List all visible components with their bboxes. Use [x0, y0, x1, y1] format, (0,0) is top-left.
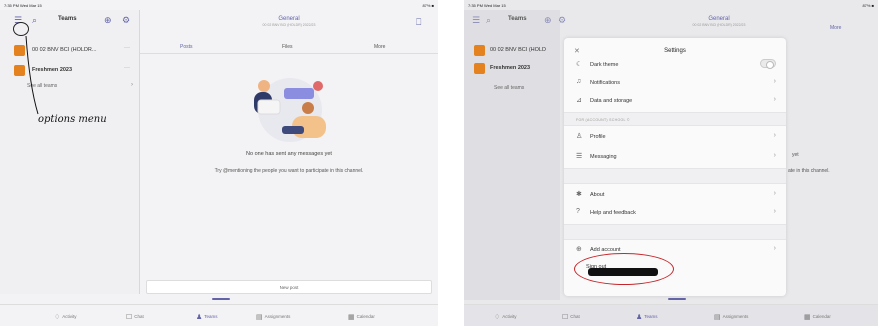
- nav-chat[interactable]: ☐ Chat: [126, 313, 144, 321]
- status-bar: 7:35 PM Wed Mar 15 87% ■: [0, 0, 438, 10]
- add-account-icon: ⊕: [576, 246, 582, 253]
- channel-header: General 00 02 BNV BCI (HOLDR) 2022/23: [560, 10, 878, 36]
- team-row[interactable]: Freshmen 2023: [464, 58, 564, 80]
- tab-files[interactable]: Files: [282, 44, 293, 50]
- chevron-right-icon: ›: [773, 96, 776, 103]
- bottom-nav: ♢ Activity ☐ Chat ♟ Teams ▤ Assignments ▦ Cal…: [464, 304, 878, 326]
- data-icon: ⊿: [576, 97, 582, 104]
- nav-activity[interactable]: ♢ Activity: [494, 313, 517, 321]
- status-battery: 87% ■: [422, 3, 434, 8]
- settings-item-profile[interactable]: ♙ Profile ›: [564, 128, 786, 146]
- info-icon: ✱: [576, 191, 582, 198]
- section-divider: [564, 224, 786, 240]
- teams-icon: ♟: [636, 314, 643, 321]
- status-time: 7:35 PM Wed Mar 15: [468, 3, 506, 8]
- status-bar: 7:35 PM Wed Mar 15 87% ■: [464, 0, 878, 10]
- sidebar-title: Teams: [58, 16, 77, 22]
- channel-header: General 00 02 BNV BCI (HOLDR) 2022/23 ⎕: [140, 10, 438, 34]
- right-screen: 7:35 PM Wed Mar 15 87% ■ ☰ ⌕ Teams ⊕ ⚙ 0…: [464, 0, 878, 326]
- settings-item-about[interactable]: ✱ About ›: [564, 186, 786, 204]
- nav-calendar[interactable]: ▦ Calendar: [804, 313, 831, 321]
- assignments-icon: ▤: [256, 314, 263, 321]
- calendar-icon: ▦: [804, 314, 811, 321]
- nav-teams[interactable]: ♟ Teams: [636, 313, 658, 321]
- chevron-right-icon: ›: [773, 208, 776, 215]
- channel-title: General: [708, 16, 730, 22]
- assignments-icon: ▤: [714, 314, 721, 321]
- search-icon[interactable]: ⌕: [486, 16, 491, 25]
- sidebar-title: Teams: [508, 16, 527, 22]
- see-all-teams-link[interactable]: See all teams: [494, 85, 524, 91]
- nav-teams[interactable]: ♟ Teams: [196, 313, 218, 321]
- channel-title: General: [278, 16, 300, 22]
- bell-icon: ♢: [494, 314, 501, 321]
- channel-tabs: Posts Files More: [140, 38, 438, 54]
- team-row[interactable]: Freshmen 2023 ···: [0, 60, 140, 82]
- chevron-right-icon: ›: [773, 78, 776, 85]
- status-time: 7:35 PM Wed Mar 15: [4, 3, 42, 8]
- bottom-nav: ♢ Activity ☐ Chat ♟ Teams ▤ Assignments ▦ Cal…: [0, 304, 438, 326]
- empty-state-subtitle: Try @mentioning the people you want to p…: [214, 168, 364, 174]
- more-options-icon[interactable]: ···: [124, 65, 130, 71]
- settings-item-data-storage[interactable]: ⊿ Data and storage ›: [564, 92, 786, 110]
- settings-title: Settings: [664, 48, 686, 54]
- more-options-icon[interactable]: ···: [124, 45, 130, 51]
- messaging-icon: ☰: [576, 153, 583, 160]
- team-name: 00 02 BNV BCI (HOLD: [490, 47, 546, 53]
- nav-calendar[interactable]: ▦ Calendar: [348, 313, 375, 321]
- search-icon[interactable]: ⌕: [32, 16, 37, 25]
- annotation-arrow: [25, 35, 39, 115]
- background-text: yet: [792, 152, 799, 158]
- tab-more[interactable]: More: [374, 44, 385, 50]
- dark-theme-toggle[interactable]: [760, 59, 776, 69]
- empty-state-title: No one has sent any messages yet: [246, 151, 332, 157]
- settings-item-dark-theme[interactable]: ☾ Dark theme: [564, 56, 786, 74]
- meet-icon[interactable]: ⎕: [416, 18, 421, 27]
- chat-icon: ☐: [562, 314, 569, 321]
- nav-assignments[interactable]: ▤ Assignments: [714, 313, 748, 321]
- home-indicator: [668, 298, 686, 300]
- tab-more[interactable]: More: [830, 25, 841, 31]
- chevron-right-icon: ›: [131, 82, 133, 88]
- options-menu-icon[interactable]: ☰: [472, 16, 480, 25]
- gear-icon[interactable]: ⚙: [122, 16, 130, 25]
- tab-posts[interactable]: Posts: [180, 44, 193, 50]
- nav-assignments[interactable]: ▤ Assignments: [256, 313, 290, 321]
- bell-icon: ♫: [576, 78, 582, 85]
- left-screen: 7:35 PM Wed Mar 15 87% ■ ☰ ⌕ Teams ⊕ ⚙ 0…: [0, 0, 438, 326]
- settings-item-help[interactable]: ? Help and feedback ›: [564, 204, 786, 222]
- background-text: ate in this channel.: [788, 168, 830, 174]
- team-row[interactable]: 00 02 BNV BCI (HOLDR... ···: [0, 40, 140, 62]
- chat-icon: ☐: [126, 314, 133, 321]
- new-team-icon[interactable]: ⊕: [104, 16, 112, 25]
- new-team-icon[interactable]: ⊕: [544, 16, 552, 25]
- team-logo: [474, 45, 485, 56]
- section-label: FOR (ACCOUNT) SCHOOL ©: [576, 118, 630, 122]
- bell-icon: ♢: [54, 314, 61, 321]
- moon-icon: ☾: [576, 61, 583, 68]
- nav-chat[interactable]: ☐ Chat: [562, 313, 580, 321]
- chevron-right-icon: ›: [773, 132, 776, 139]
- settings-item-notifications[interactable]: ♫ Notifications ›: [564, 74, 786, 92]
- channel-subtitle: 00 02 BNV BCI (HOLDR) 2022/23: [262, 23, 316, 27]
- chevron-right-icon: ›: [773, 152, 776, 159]
- new-post-button[interactable]: New post: [146, 280, 432, 294]
- teams-icon: ♟: [196, 314, 203, 321]
- help-icon: ?: [576, 208, 580, 215]
- home-indicator: [212, 298, 230, 300]
- settings-item-messaging[interactable]: ☰ Messaging ›: [564, 148, 786, 166]
- section-divider: [564, 168, 786, 184]
- chevron-right-icon: ›: [773, 190, 776, 197]
- team-name: Freshmen 2023: [490, 65, 531, 71]
- status-battery: 87% ■: [862, 3, 874, 8]
- calendar-icon: ▦: [348, 314, 355, 321]
- empty-state-illustration: [254, 78, 326, 142]
- chevron-right-icon: ›: [773, 245, 776, 252]
- profile-icon: ♙: [576, 133, 583, 140]
- nav-activity[interactable]: ♢ Activity: [54, 313, 77, 321]
- handwritten-annotation: options menu: [38, 114, 107, 125]
- team-logo: [474, 63, 485, 74]
- annotation-circle: [574, 253, 674, 285]
